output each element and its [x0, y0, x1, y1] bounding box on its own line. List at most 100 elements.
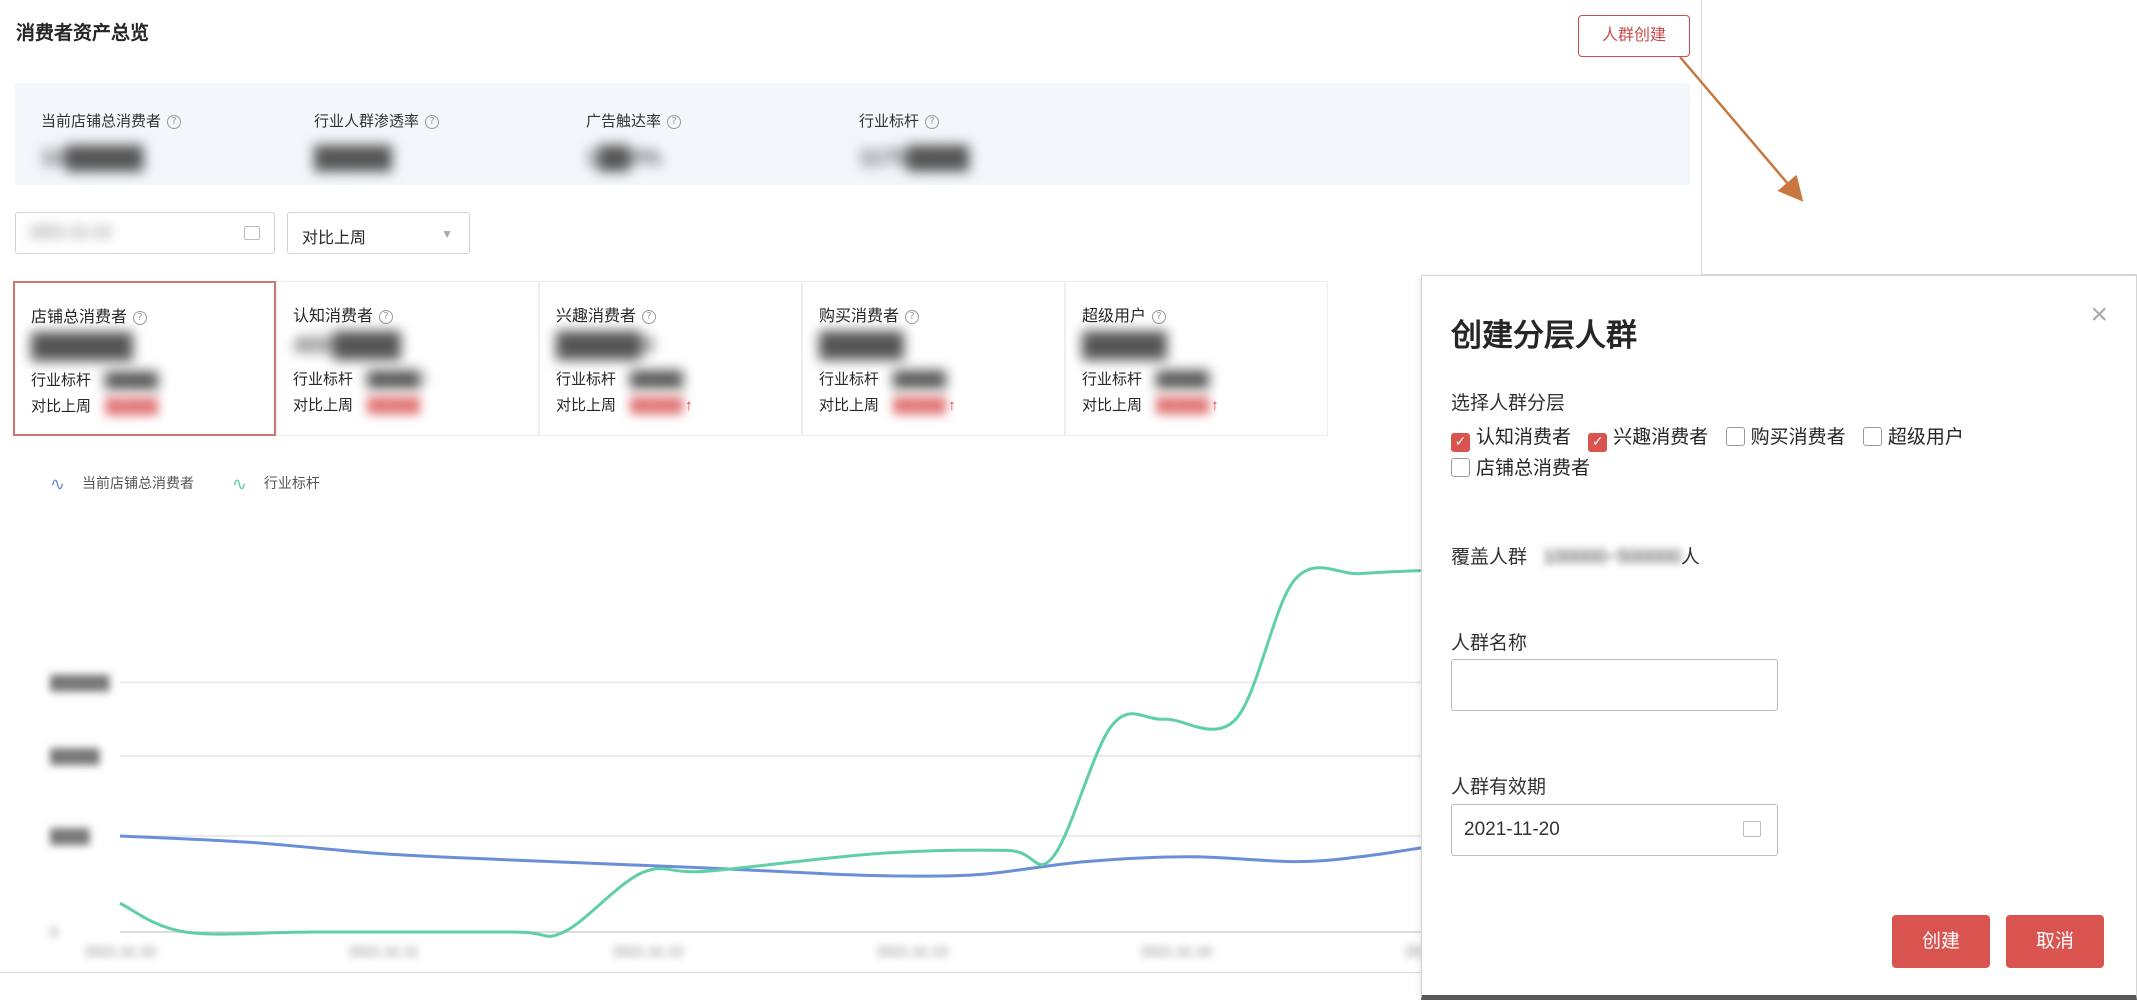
- question-circle-icon[interactable]: ?: [133, 310, 148, 325]
- side-panel: [1701, 0, 2137, 275]
- overview-metric-value: 10█████: [41, 145, 144, 170]
- metric-card-super-users[interactable]: 超级用户? █████ 行业标杆 █████ 对比上周 █████ ↑: [1065, 281, 1328, 436]
- x-tick-label: 2021-11-13: [877, 943, 948, 959]
- question-circle-icon[interactable]: ?: [167, 115, 182, 130]
- modal-title: 创建分层人群: [1451, 318, 1637, 353]
- tier-option-label: 超级用户: [1887, 427, 1964, 448]
- coverage-unit: 人: [1680, 547, 1700, 568]
- tier-option-label: 购买消费者: [1750, 427, 1846, 448]
- overview-metric-label: 当前店铺总消费者: [41, 113, 162, 130]
- card-label: 认知消费者: [293, 308, 374, 325]
- series-line-store-consumers: [119, 834, 1425, 878]
- question-circle-icon[interactable]: ?: [1152, 309, 1167, 324]
- overview-metric-value: 1██0%: [586, 145, 662, 170]
- tier-option-super[interactable]: 超级用户: [1862, 422, 1964, 453]
- line-series-icon: ∿: [231, 473, 247, 494]
- checkbox-icon[interactable]: [1725, 427, 1745, 446]
- overview-metric-store-consumers: 当前店铺总消费者? 10█████: [41, 110, 182, 171]
- card-compare-label: 对比上周: [556, 397, 617, 414]
- coverage-row: 覆盖人群 100000~500000人: [1451, 542, 1700, 569]
- metric-card-awareness[interactable]: 认知消费者? 400████ 行业标杆 █████7 对比上周 █████: [276, 281, 539, 436]
- card-compare-value: █████: [1156, 397, 1210, 414]
- overview-panel: 当前店铺总消费者? 10█████ 行业人群渗透率? █████ 广告触达率? …: [15, 83, 1690, 185]
- card-compare-value: █████: [367, 397, 421, 414]
- card-compare-label: 对比上周: [819, 397, 880, 414]
- expiry-date-picker[interactable]: 2021-11-20: [1451, 804, 1778, 856]
- calendar-icon: [244, 226, 260, 240]
- y-tick-label: ██████: [50, 674, 110, 692]
- card-benchmark-label: 行业标杆: [556, 371, 617, 388]
- tier-options: ✓ 认知消费者 ✓ 兴趣消费者 购买消费者 超级用户 店铺总消费者: [1451, 422, 2111, 484]
- card-label: 超级用户: [1082, 308, 1147, 325]
- card-label: 购买消费者: [819, 308, 900, 325]
- checkbox-icon[interactable]: [1451, 458, 1470, 477]
- line-series-icon: ∿: [50, 473, 66, 494]
- chart-legend: ∿ 当前店铺总消费者 ∿ 行业标杆: [50, 473, 354, 495]
- tier-option-purchase[interactable]: 购买消费者: [1725, 422, 1846, 453]
- legend-item-benchmark[interactable]: ∿ 行业标杆: [232, 473, 320, 495]
- crowd-name-input[interactable]: [1451, 659, 1778, 711]
- close-icon[interactable]: ×: [2090, 298, 2108, 332]
- tier-option-interest[interactable]: ✓ 兴趣消费者: [1588, 422, 1708, 453]
- overview-metric-label: 广告触达率: [586, 113, 662, 130]
- name-label: 人群名称: [1451, 633, 1528, 654]
- card-value: ██████: [31, 333, 134, 360]
- question-circle-icon[interactable]: ?: [905, 309, 920, 324]
- crowd-create-button[interactable]: 人群创建: [1578, 15, 1690, 57]
- card-benchmark-label: 行业标杆: [31, 372, 92, 389]
- expiry-label: 人群有效期: [1451, 777, 1547, 798]
- card-benchmark-label: 行业标杆: [819, 371, 880, 388]
- tier-option-label: 兴趣消费者: [1613, 427, 1709, 448]
- metric-card-purchase[interactable]: 购买消费者? █████ 行业标杆 █████ 对比上周 █████ ↑: [802, 281, 1065, 436]
- checkbox-checked-icon[interactable]: ✓: [1588, 433, 1608, 452]
- overview-metric-penetration: 行业人群渗透率? █████: [314, 110, 440, 171]
- card-compare-label: 对比上周: [31, 398, 92, 415]
- overview-metric-benchmark: 行业标杆? 1175████: [859, 110, 969, 171]
- x-tick-label: 2021-11-12: [613, 943, 684, 959]
- card-compare-label: 对比上周: [1082, 397, 1143, 414]
- date-picker[interactable]: 2021-11-13: [15, 212, 275, 254]
- bottom-scrollbar[interactable]: [0, 972, 1425, 1000]
- card-compare-label: 对比上周: [293, 397, 354, 414]
- overview-metric-label: 行业人群渗透率: [314, 113, 420, 130]
- metric-card-store-total[interactable]: 店铺总消费者? ██████ 行业标杆 █████ 对比上周 █████: [13, 281, 276, 436]
- x-tick-label: 2021-11-14: [1141, 943, 1212, 959]
- create-button[interactable]: 创建: [1892, 915, 1990, 968]
- metric-card-interest[interactable]: 兴趣消费者? █████0 行业标杆 █████ 对比上周 █████ ↑: [539, 281, 802, 436]
- question-circle-icon[interactable]: ?: [425, 115, 440, 130]
- question-circle-icon[interactable]: ?: [379, 309, 394, 324]
- checkbox-checked-icon[interactable]: ✓: [1451, 433, 1470, 452]
- trend-up-icon: ↑: [948, 397, 956, 414]
- chevron-down-icon: ▼: [441, 227, 453, 241]
- cancel-button[interactable]: 取消: [2006, 915, 2104, 968]
- legend-label: 当前店铺总消费者: [82, 475, 194, 491]
- question-circle-icon[interactable]: ?: [667, 115, 682, 130]
- tier-option-label: 认知消费者: [1476, 427, 1572, 448]
- card-benchmark-value: █████: [1156, 371, 1210, 388]
- question-circle-icon[interactable]: ?: [642, 309, 657, 324]
- card-compare-value: █████: [630, 397, 684, 414]
- card-benchmark-label: 行业标杆: [293, 371, 354, 388]
- card-label: 店铺总消费者: [31, 309, 128, 326]
- page-title: 消费者资产总览: [16, 23, 150, 44]
- card-benchmark-value: █████: [630, 371, 684, 388]
- trend-up-icon: ↑: [1211, 397, 1219, 414]
- checkbox-icon[interactable]: [1862, 427, 1882, 446]
- y-tick-label: █████: [50, 748, 100, 766]
- x-tick-label: 2021-11-10: [85, 943, 156, 959]
- x-tick-label: 2021-11-11: [349, 943, 419, 959]
- tier-option-awareness[interactable]: ✓ 认知消费者: [1451, 422, 1571, 453]
- card-compare-value: █████: [105, 398, 159, 415]
- overview-metric-value: 1175████: [859, 145, 970, 170]
- question-circle-icon[interactable]: ?: [925, 115, 940, 130]
- tier-option-store-total[interactable]: 店铺总消费者: [1451, 453, 1590, 484]
- series-line-benchmark: [119, 566, 1425, 938]
- compare-select[interactable]: 对比上周 ▼: [287, 212, 470, 254]
- expiry-value: 2021-11-20: [1464, 819, 1560, 840]
- card-value: █████: [819, 332, 905, 359]
- date-value: 2021-11-13: [30, 224, 111, 241]
- legend-item-store[interactable]: ∿ 当前店铺总消费者: [50, 473, 194, 495]
- card-label: 兴趣消费者: [556, 308, 637, 325]
- overview-metric-value: █████: [314, 145, 392, 170]
- create-crowd-modal: 创建分层人群 × 选择人群分层 ✓ 认知消费者 ✓ 兴趣消费者 购买消费者 超级用户…: [1421, 275, 2137, 1000]
